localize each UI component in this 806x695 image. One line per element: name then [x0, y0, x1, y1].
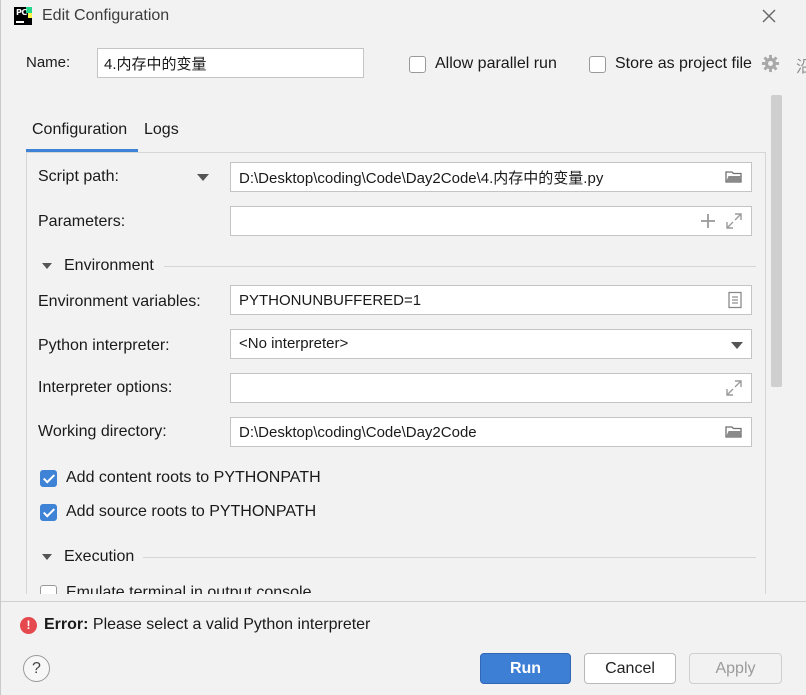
edit-configuration-dialog: PC Edit Configuration Name: Allow parall… [0, 0, 806, 695]
footer-divider [1, 601, 806, 602]
error-prefix: Error: [44, 616, 89, 633]
folder-icon[interactable] [725, 423, 743, 441]
add-content-roots-checkbox[interactable]: Add content roots to PYTHONPATH [40, 469, 321, 487]
pycharm-logo-icon: PC [14, 7, 32, 25]
error-detail: Please select a valid Python interpreter [88, 616, 371, 633]
gear-icon[interactable] [761, 54, 780, 73]
python-interpreter-value: <No interpreter> [239, 335, 349, 352]
error-message: Error: Please select a valid Python inte… [44, 616, 370, 634]
error-icon [20, 617, 37, 634]
emulate-terminal-label: Emulate terminal in output console [66, 584, 312, 594]
parameters-field[interactable] [230, 206, 752, 236]
allow-parallel-run-checkbox[interactable]: Allow parallel run [409, 55, 557, 73]
store-as-project-file-label: Store as project file [615, 55, 752, 72]
python-interpreter-select[interactable]: <No interpreter> [230, 329, 752, 359]
environment-section-title[interactable]: Environment [64, 257, 154, 275]
interpreter-options-field[interactable] [230, 373, 752, 403]
tab-configuration[interactable]: Configuration [32, 121, 127, 139]
title-bar: PC Edit Configuration [1, 0, 806, 34]
apply-button[interactable]: Apply [689, 653, 782, 684]
allow-parallel-run-label: Allow parallel run [435, 55, 557, 72]
interpreter-options-label: Interpreter options: [38, 379, 173, 396]
add-source-roots-checkbox[interactable]: Add source roots to PYTHONPATH [40, 503, 316, 521]
add-source-roots-label: Add source roots to PYTHONPATH [66, 503, 317, 520]
script-type-dropdown-icon[interactable] [197, 174, 209, 181]
add-icon[interactable] [699, 212, 717, 230]
parameters-label: Parameters: [38, 213, 126, 230]
scrollbar-thumb[interactable] [771, 95, 782, 387]
configuration-panel: Script path: Parameters: Environment Env… [26, 152, 766, 594]
folder-icon[interactable] [725, 168, 743, 186]
environment-divider [164, 266, 756, 267]
working-directory-label: Working directory: [38, 423, 167, 440]
execution-divider [143, 557, 756, 558]
emulate-terminal-box[interactable] [40, 584, 57, 594]
script-path-label: Script path: [38, 168, 119, 185]
add-content-roots-box[interactable] [40, 469, 57, 487]
expand-icon[interactable] [725, 212, 743, 230]
close-icon[interactable] [759, 6, 779, 26]
add-content-roots-label: Add content roots to PYTHONPATH [66, 469, 321, 486]
cancel-button[interactable]: Cancel [584, 653, 676, 684]
environment-variables-field[interactable] [230, 285, 752, 315]
environment-collapse-icon[interactable] [42, 263, 52, 269]
name-label: Name: [26, 54, 71, 71]
expand-icon[interactable] [725, 379, 743, 397]
chevron-down-icon[interactable] [731, 342, 743, 349]
window-title: Edit Configuration [42, 7, 170, 24]
working-directory-field[interactable] [230, 417, 752, 447]
execution-section-title[interactable]: Execution [64, 548, 134, 566]
document-icon[interactable] [726, 291, 744, 309]
store-as-project-file-checkbox[interactable]: Store as project file [589, 55, 752, 73]
store-as-project-file-box[interactable] [589, 55, 606, 73]
python-interpreter-label: Python interpreter: [38, 337, 170, 354]
script-path-field[interactable] [230, 162, 752, 192]
help-button[interactable]: ? [23, 655, 50, 682]
tab-logs[interactable]: Logs [144, 121, 179, 139]
run-button[interactable]: Run [480, 653, 571, 684]
environment-variables-label: Environment variables: [38, 293, 201, 310]
clipped-background-text: 沿 [796, 59, 806, 76]
allow-parallel-run-box[interactable] [409, 55, 426, 73]
emulate-terminal-checkbox[interactable]: Emulate terminal in output console [40, 584, 311, 594]
name-input[interactable] [97, 48, 364, 78]
add-source-roots-box[interactable] [40, 503, 57, 521]
execution-collapse-icon[interactable] [42, 554, 52, 560]
